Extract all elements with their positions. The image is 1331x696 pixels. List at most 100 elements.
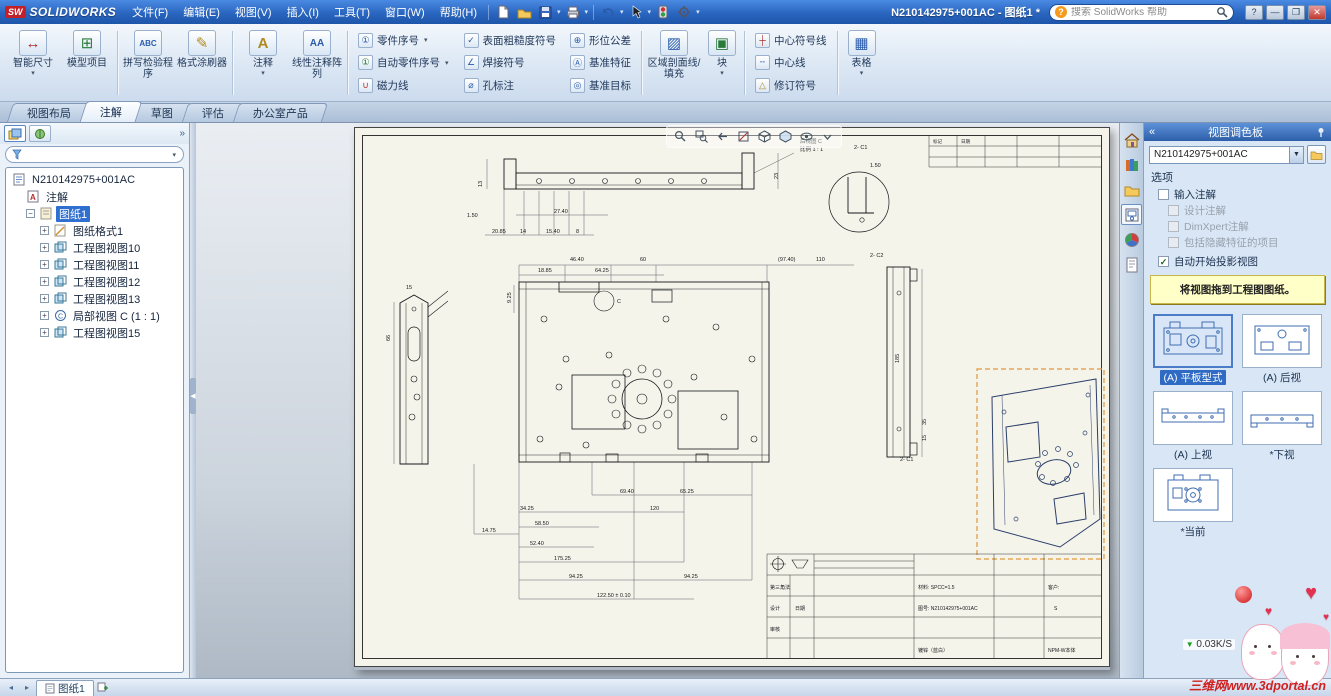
checkbox-auto-start-projected-view[interactable]: ✓ 自动开始投影视图 bbox=[1144, 253, 1331, 269]
dimension-label[interactable]: 46.40 bbox=[570, 257, 584, 263]
dimension-label[interactable]: 52.40 bbox=[530, 541, 544, 547]
titleblock-text[interactable]: 图号: N210142975+001AC bbox=[918, 606, 978, 612]
magnetic-line-button[interactable]: ∪ 磁力线 bbox=[354, 76, 454, 96]
graphics-area[interactable]: 标记 日期 第三角法 设计 日期 审核 材料: SPCC=1.5 图号: N2101429… bbox=[196, 123, 1119, 678]
expand-expander[interactable]: + bbox=[40, 260, 49, 269]
solidworks-resources-tab[interactable] bbox=[1121, 129, 1142, 150]
dimension-label[interactable]: 15 bbox=[922, 435, 928, 441]
expand-expander[interactable]: + bbox=[40, 277, 49, 286]
dimension-label[interactable]: 64.25 bbox=[595, 268, 609, 274]
area-hatch-button[interactable]: ▨ 区域剖面线/填充 bbox=[645, 27, 703, 99]
menu-help[interactable]: 帮助(H) bbox=[433, 1, 484, 23]
close-button[interactable]: ✕ bbox=[1308, 4, 1326, 20]
filter-dropdown[interactable]: ▾ bbox=[172, 151, 176, 159]
dimension-label[interactable]: 20.85 bbox=[492, 229, 506, 235]
titleblock-text[interactable]: 材料: SPCC=1.5 bbox=[918, 584, 955, 591]
tree-root[interactable]: N210142975+001AC bbox=[6, 171, 183, 188]
expand-expander[interactable]: + bbox=[40, 226, 49, 235]
dimension-label[interactable]: 14 bbox=[520, 229, 526, 235]
drawing-sheet[interactable]: 标记 日期 第三角法 设计 日期 审核 材料: SPCC=1.5 图号: N2101429… bbox=[354, 127, 1110, 670]
hide-show-items-button[interactable] bbox=[797, 128, 816, 145]
undo-dropdown-arrow[interactable]: ▾ bbox=[620, 8, 624, 16]
combo-dropdown-arrow[interactable]: ▼ bbox=[1289, 146, 1303, 163]
dimension-label[interactable]: 175.25 bbox=[554, 556, 571, 562]
maximize-button[interactable]: ❐ bbox=[1287, 4, 1305, 20]
dimension-label[interactable]: 2- C2 bbox=[870, 253, 883, 259]
auto-balloon-dropdown[interactable]: ▾ bbox=[445, 59, 449, 67]
dimension-label[interactable]: 34.25 bbox=[520, 506, 534, 512]
center-mark-button[interactable]: ┼ 中心符号线 bbox=[751, 30, 831, 50]
expand-expander[interactable]: + bbox=[40, 294, 49, 303]
expand-expander[interactable]: + bbox=[40, 243, 49, 252]
linear-note-pattern-button[interactable]: AA 线性注释阵列 bbox=[290, 27, 344, 99]
tree-item-view15[interactable]: + 工程图视图15 bbox=[6, 324, 183, 341]
print-button[interactable] bbox=[563, 3, 583, 21]
auto-balloon-button[interactable]: ① 自动零件序号 ▾ bbox=[354, 53, 454, 73]
add-sheet-button[interactable] bbox=[96, 681, 110, 694]
new-document-button[interactable] bbox=[493, 3, 513, 21]
select-button[interactable] bbox=[626, 3, 646, 21]
select-dropdown-arrow[interactable]: ▾ bbox=[648, 8, 652, 16]
property-manager-tab[interactable] bbox=[29, 125, 51, 142]
dimension-label[interactable]: 8 bbox=[576, 229, 579, 235]
model-items-button[interactable]: ⊞ 模型项目 bbox=[60, 27, 114, 99]
titleblock-text[interactable]: 客户: bbox=[1048, 584, 1059, 591]
dimension-label[interactable]: 94.25 bbox=[684, 574, 698, 580]
pin-icon[interactable] bbox=[1316, 127, 1326, 137]
checkbox-box[interactable]: ✓ bbox=[1158, 255, 1169, 267]
open-button[interactable] bbox=[514, 3, 534, 21]
section-view-button[interactable] bbox=[734, 128, 753, 145]
previous-sheet-button[interactable]: ◂ bbox=[4, 681, 18, 694]
save-button[interactable] bbox=[535, 3, 555, 21]
search-input[interactable] bbox=[1071, 6, 1212, 18]
titleblock-text[interactable]: 设计 bbox=[770, 605, 780, 612]
tree-item-sheet-format[interactable]: + 图纸格式1 bbox=[6, 222, 183, 239]
help-search-box[interactable]: ? bbox=[1049, 3, 1234, 21]
titleblock-text[interactable]: 审核 bbox=[770, 626, 780, 633]
view-orientation-button[interactable] bbox=[755, 128, 774, 145]
balloon-dropdown[interactable]: ▾ bbox=[424, 36, 428, 44]
menu-window[interactable]: 窗口(W) bbox=[378, 1, 432, 23]
tab-annotation[interactable]: 注解 bbox=[79, 101, 143, 122]
rebuild-button[interactable] bbox=[653, 3, 673, 21]
dimension-label[interactable]: 122.50 ± 0.10 bbox=[597, 593, 631, 599]
dimension-label[interactable]: 185 bbox=[895, 354, 901, 363]
geometric-tolerance-button[interactable]: ⊕ 形位公差 bbox=[566, 30, 635, 50]
collapse-panel-icon[interactable]: « bbox=[1149, 126, 1155, 138]
dimension-label[interactable]: 9.25 bbox=[507, 292, 513, 303]
hole-callout-button[interactable]: ⌀ 孔标注 bbox=[460, 76, 561, 96]
document-combo[interactable]: N210142975+001AC ▼ bbox=[1149, 145, 1304, 164]
help-button[interactable]: ? bbox=[1245, 4, 1263, 20]
spell-checker-button[interactable]: ABC 拼写检验程序 bbox=[121, 27, 175, 99]
smart-dimension-button[interactable]: ↔ 智能尺寸 ▾ bbox=[6, 27, 60, 99]
dimension-label[interactable]: 120 bbox=[650, 506, 659, 512]
format-painter-button[interactable]: ✎ 格式涂刷器 bbox=[175, 27, 229, 99]
titleblock-text[interactable]: 日期 bbox=[795, 606, 805, 612]
menu-view[interactable]: 视图(V) bbox=[228, 1, 279, 23]
titleblock-text[interactable]: 第三角法 bbox=[770, 584, 790, 591]
datum-feature-button[interactable]: Ⓐ 基准特征 bbox=[566, 53, 635, 73]
smart-dimension-dropdown[interactable]: ▾ bbox=[31, 69, 35, 77]
dimension-label[interactable]: 94.25 bbox=[569, 574, 583, 580]
options-dropdown-arrow[interactable]: ▾ bbox=[696, 8, 700, 16]
tables-dropdown[interactable]: ▾ bbox=[860, 69, 864, 77]
checkbox-design-annotations[interactable]: 设计注解 bbox=[1144, 202, 1331, 218]
dimension-label[interactable]: 14.75 bbox=[482, 528, 496, 534]
custom-properties-tab[interactable] bbox=[1121, 254, 1142, 275]
dimension-label[interactable]: 110 bbox=[816, 257, 825, 263]
thumbnail-top-view[interactable]: (A) 上视 bbox=[1152, 391, 1234, 462]
tree-item-annotations[interactable]: A 注解 bbox=[6, 188, 183, 205]
blocks-dropdown[interactable]: ▾ bbox=[720, 69, 724, 77]
thumbnail-bottom-view[interactable]: *下视 bbox=[1241, 391, 1323, 462]
datum-target-button[interactable]: ◎ 基准目标 bbox=[566, 76, 635, 96]
centerline-button[interactable]: ╌ 中心线 bbox=[751, 53, 831, 73]
titleblock-text[interactable]: 镀锌（蓝白） bbox=[918, 647, 948, 654]
dimension-label[interactable]: 1.50 bbox=[467, 213, 478, 219]
thumbnail-image[interactable] bbox=[1153, 468, 1233, 522]
dimension-label[interactable]: 69.40 bbox=[620, 489, 634, 495]
note-dropdown[interactable]: ▾ bbox=[261, 69, 265, 77]
menu-insert[interactable]: 插入(I) bbox=[280, 1, 326, 23]
dimension-label[interactable]: 58.50 bbox=[535, 521, 549, 527]
titleblock-text[interactable]: NPM-W本体 bbox=[1048, 647, 1076, 654]
tree-item-view10[interactable]: + 工程图视图10 bbox=[6, 239, 183, 256]
